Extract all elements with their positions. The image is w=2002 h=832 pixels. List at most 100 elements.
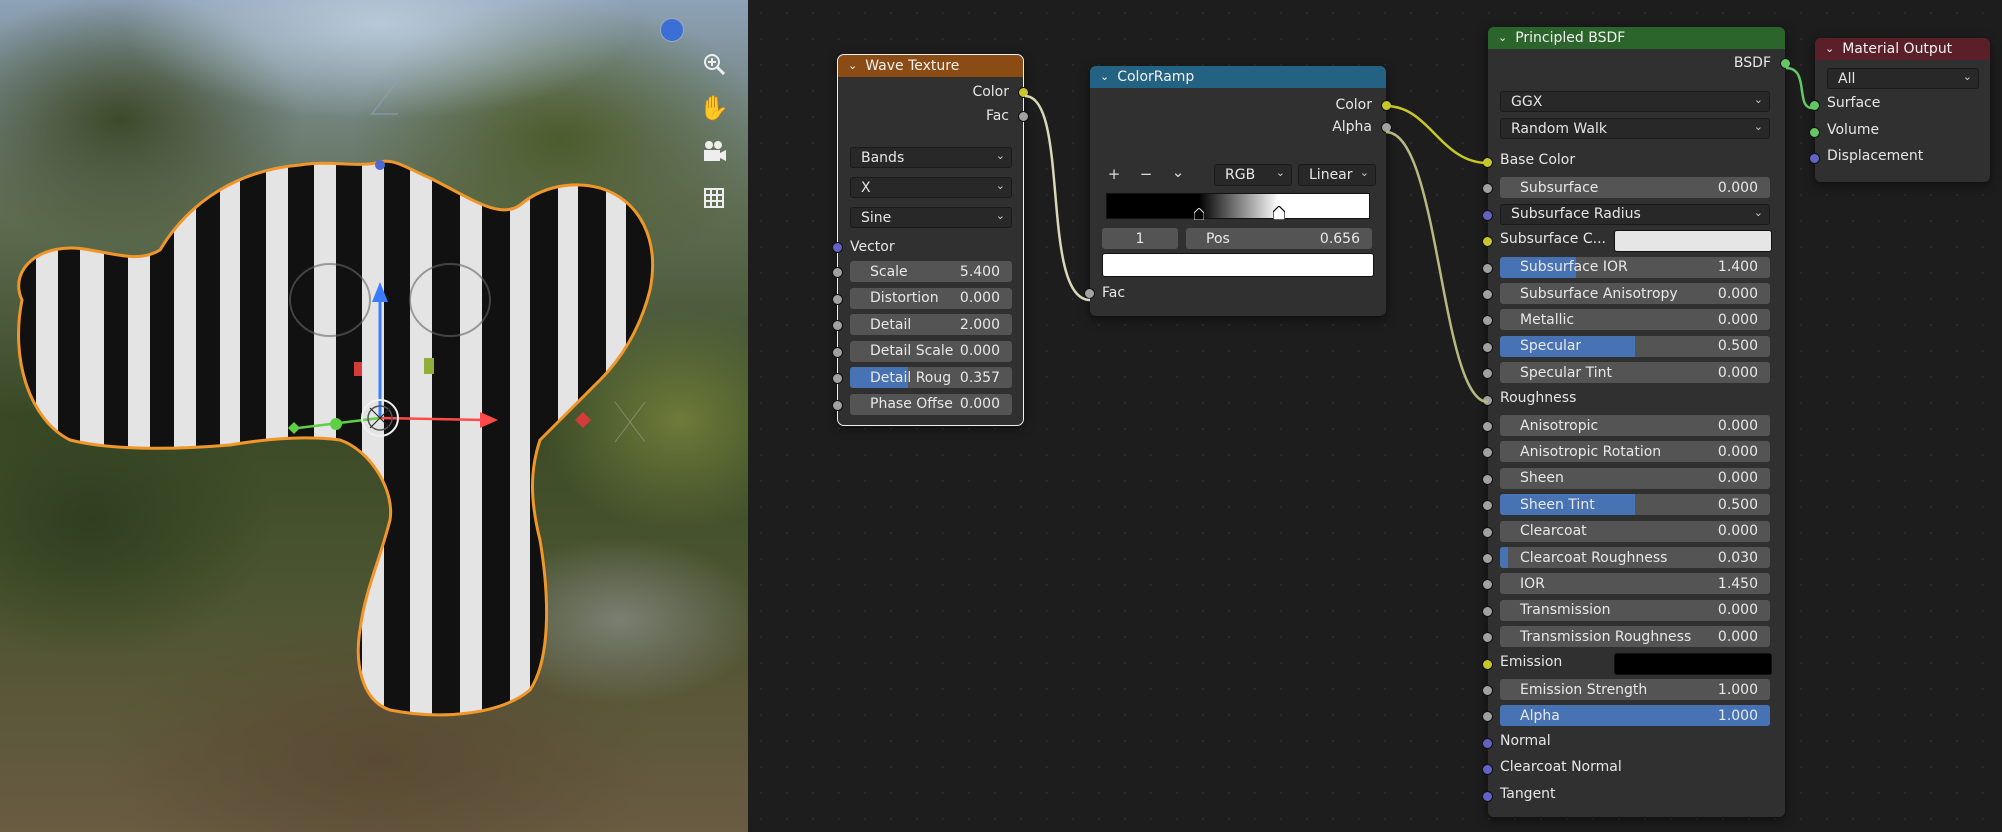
wave-field-distortion[interactable]: Distortion 0.000 [850,287,1012,309]
output-socket[interactable] [1018,87,1029,98]
suzanne-mesh[interactable] [0,0,748,832]
color-mode-dropdown[interactable]: RGB ⌄ [1214,164,1292,186]
input-socket-sheen[interactable] [1482,473,1493,485]
bsdf-field-alpha[interactable]: Alpha 1.000 [1500,705,1770,727]
bsdf-field-anisotropic[interactable]: Anisotropic 0.000 [1500,415,1770,436]
output-socket[interactable] [1780,58,1791,69]
input-socket-surface[interactable] [1809,100,1820,111]
bsdf-field-ior[interactable]: IOR 1.450 [1500,573,1770,595]
bsdf-field-subsurface-ior[interactable]: Subsurface IOR 1.400 [1500,256,1770,278]
input-socket[interactable] [832,267,843,278]
shader-node-editor[interactable]: ⌄ Wave Texture Color Fac Bands ⌄ X ⌄ Sine ⌄… [748,0,2002,832]
bsdf-field-emission-strength[interactable]: Emission Strength 1.000 [1500,679,1770,700]
collapse-chevron-icon[interactable]: ⌄ [1498,31,1507,44]
wave-field-phase-offse[interactable]: Phase Offse 0.000 [850,393,1012,415]
bsdf-field-subsurface-anisotropy[interactable]: Subsurface Anisotropy 0.000 [1500,283,1770,304]
input-socket-displacement[interactable] [1809,153,1820,164]
collapse-chevron-icon[interactable]: ⌄ [848,59,857,72]
bsdf-field-clearcoat-roughness[interactable]: Clearcoat Roughness 0.030 [1500,547,1770,568]
bsdf-dropdown-subsurface-radius[interactable]: Subsurface Radius ⌄ [1500,203,1770,225]
bsdf-field-metallic[interactable]: Metallic 0.000 [1500,309,1770,331]
target-dropdown[interactable]: All ⌄ [1827,68,1979,89]
bsdf-field-transmission-roughness[interactable]: Transmission Roughness 0.000 [1500,626,1770,648]
input-socket-ior[interactable] [1482,579,1493,591]
wave-type-dropdown[interactable]: Bands ⌄ [850,147,1012,168]
node-header[interactable]: ⌄ ColorRamp [1090,66,1386,88]
input-socket-subsurface-c[interactable] [1482,236,1493,248]
bsdf-field-anisotropic-rotation[interactable]: Anisotropic Rotation 0.000 [1500,441,1770,463]
node-header[interactable]: ⌄ Principled BSDF [1488,27,1785,49]
distribution-dropdown[interactable]: GGX ⌄ [1500,91,1770,112]
output-socket[interactable] [1381,122,1392,133]
color-stop-black[interactable] [1193,207,1205,221]
color-swatch-subsurface-c[interactable] [1614,230,1772,253]
input-socket-subsurface-ior[interactable] [1482,262,1493,274]
input-socket-transmission[interactable] [1482,605,1493,617]
input-socket-roughness[interactable] [1482,394,1493,406]
material-output-node[interactable]: ⌄ Material Output All ⌄ Surface Volume Disp… [1809,38,1990,182]
input-socket-clearcoat-normal[interactable] [1482,764,1493,776]
input-socket-anisotropic[interactable] [1482,421,1493,432]
zoom-icon[interactable] [698,48,730,80]
collapse-chevron-icon[interactable]: ⌄ [1100,70,1109,83]
bsdf-field-clearcoat[interactable]: Clearcoat 0.000 [1500,520,1770,542]
ramp-menu-chevron-icon[interactable]: ⌄ [1166,162,1190,182]
color-swatch-emission[interactable] [1614,652,1772,675]
input-socket-specular[interactable] [1482,341,1493,353]
wave-field-detail-roug[interactable]: Detail Roug 0.357 [850,367,1012,388]
navigation-gizmo-dot[interactable] [660,18,684,42]
stop-color-swatch[interactable] [1102,253,1374,277]
input-socket[interactable] [832,293,843,305]
output-socket[interactable] [1381,100,1392,111]
input-socket[interactable] [832,373,843,384]
input-socket[interactable] [832,242,843,253]
grid-icon[interactable] [698,182,730,214]
principled-bsdf-node[interactable]: ⌄ Principled BSDF BSDF GGX ⌄ Random Walk ⌄… [1482,27,1791,817]
bsdf-field-sheen-tint[interactable]: Sheen Tint 0.500 [1500,494,1770,516]
input-socket-sheen-tint[interactable] [1482,500,1493,512]
interpolation-dropdown[interactable]: Linear ⌄ [1298,164,1376,186]
wave-field-scale[interactable]: Scale 5.400 [850,261,1012,282]
input-socket-tangent[interactable] [1482,790,1493,802]
output-socket[interactable] [1018,111,1029,122]
node-header[interactable]: ⌄ Wave Texture [838,55,1023,77]
input-socket-metallic[interactable] [1482,315,1493,327]
input-socket-subsurface-anisotropy[interactable] [1482,289,1493,300]
input-socket-clearcoat-roughness[interactable] [1482,553,1493,564]
input-socket-anisotropic-rotation[interactable] [1482,447,1493,459]
wave-profile-dropdown[interactable]: Sine ⌄ [850,207,1012,228]
input-socket-clearcoat[interactable] [1482,526,1493,538]
input-socket-alpha[interactable] [1482,711,1493,723]
input-socket-emission-strength[interactable] [1482,685,1493,696]
input-socket[interactable] [832,399,843,411]
input-socket[interactable] [832,346,843,358]
color-ramp-gradient[interactable] [1106,193,1370,221]
wave-field-detail-scale[interactable]: Detail Scale 0.000 [850,340,1012,362]
input-socket-emission[interactable] [1482,658,1493,670]
input-socket-base-color[interactable] [1482,157,1493,168]
wave-direction-dropdown[interactable]: X ⌄ [850,177,1012,198]
input-socket[interactable] [832,320,843,331]
bsdf-field-specular[interactable]: Specular 0.500 [1500,335,1770,357]
subsurface-method-dropdown[interactable]: Random Walk ⌄ [1500,118,1770,139]
stop-position-field[interactable]: Pos 0.656 [1186,228,1372,249]
collapse-chevron-icon[interactable]: ⌄ [1825,42,1834,55]
color-stop-white-active[interactable] [1272,205,1286,221]
remove-stop-button[interactable]: − [1134,164,1158,184]
input-socket-normal[interactable] [1482,737,1493,749]
input-socket-specular-tint[interactable] [1482,368,1493,380]
bsdf-field-specular-tint[interactable]: Specular Tint 0.000 [1500,362,1770,384]
camera-icon[interactable] [698,136,730,168]
wave-texture-node[interactable]: ⌄ Wave Texture Color Fac Bands ⌄ X ⌄ Sine ⌄… [832,54,1029,426]
color-ramp-node[interactable]: ⌄ ColorRamp Color Alpha + − ⌄ RGB ⌄ Linea… [1084,66,1392,316]
node-header[interactable]: ⌄ Material Output [1815,38,1990,60]
bsdf-field-transmission[interactable]: Transmission 0.000 [1500,599,1770,621]
hand-pan-icon[interactable]: ✋ [698,92,730,124]
bsdf-field-subsurface[interactable]: Subsurface 0.000 [1500,177,1770,199]
input-socket-subsurface[interactable] [1482,183,1493,195]
bsdf-field-sheen[interactable]: Sheen 0.000 [1500,467,1770,489]
wave-field-detail[interactable]: Detail 2.000 [850,314,1012,335]
input-socket-subsurface-radius[interactable] [1482,209,1493,221]
add-stop-button[interactable]: + [1102,164,1126,184]
active-stop-index[interactable]: 1 [1102,228,1178,249]
